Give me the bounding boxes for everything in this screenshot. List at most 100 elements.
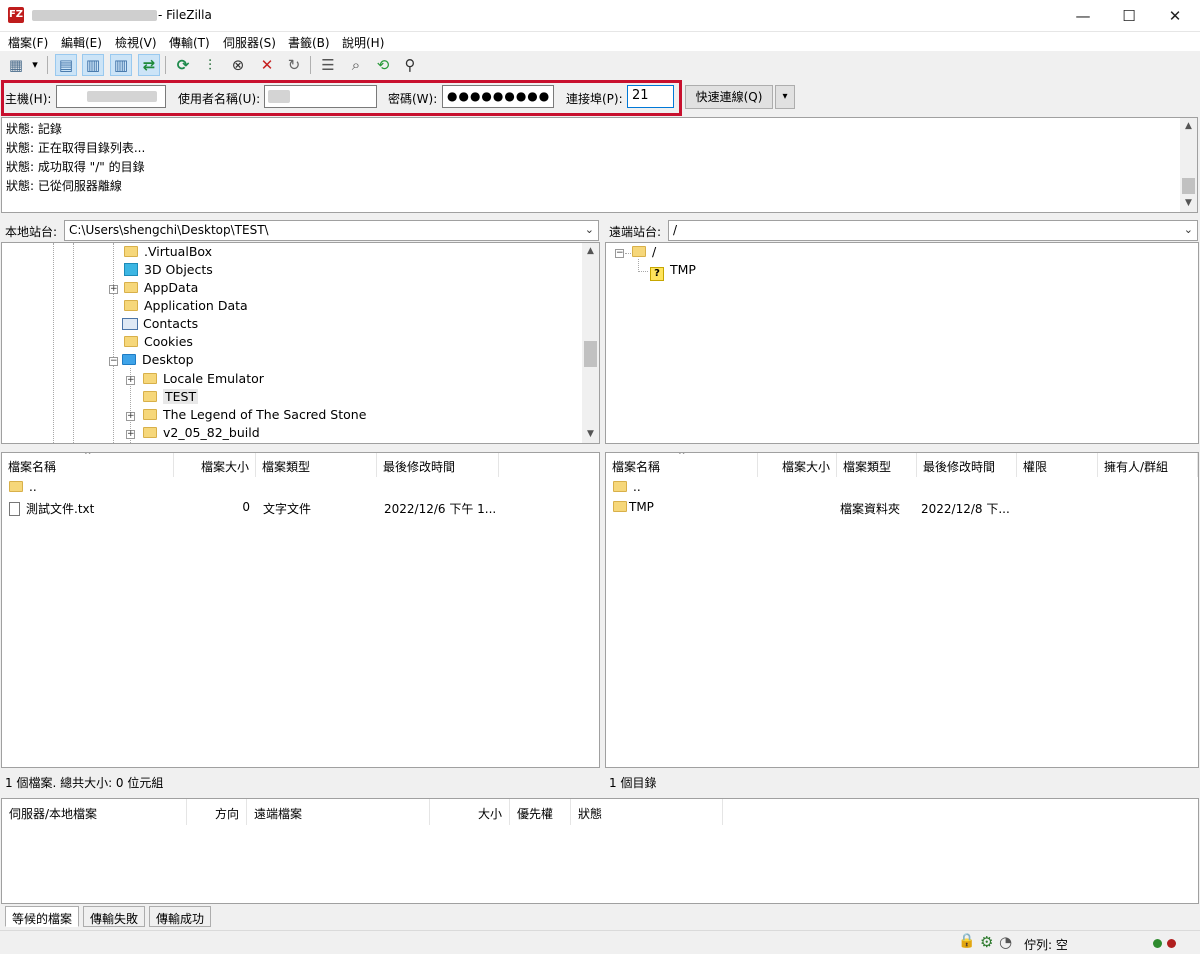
scroll-down-icon[interactable]: ▼ — [582, 426, 599, 443]
log-line: 狀態: 成功取得 "/" 的目錄 — [6, 160, 145, 174]
menu-file[interactable]: 檔案(F) — [8, 34, 48, 51]
process-queue-icon[interactable]: ⫶ — [199, 54, 221, 76]
menu-help[interactable]: 說明(H) — [342, 34, 384, 51]
col-filename-label: 檔案名稱 — [612, 460, 661, 474]
list-item[interactable]: TMP — [613, 500, 654, 514]
transfer-queue[interactable]: 伺服器/本地檔案 方向 遠端檔案 大小 優先權 狀態 — [1, 798, 1199, 904]
tab-successful-transfers[interactable]: 傳輸成功 — [149, 906, 212, 927]
folder-icon — [143, 427, 157, 438]
disconnect-icon[interactable]: ✕ — [256, 54, 278, 76]
local-file-list[interactable]: 檔案名稱 ^ 檔案大小 檔案類型 最後修改時間 .. 測試文件.txt 0 文字文… — [1, 452, 600, 768]
dropdown-arrow-icon[interactable]: ▾ — [28, 54, 42, 76]
col-filetype[interactable]: 檔案類型 — [256, 453, 377, 477]
scroll-down-icon[interactable]: ▼ — [1180, 195, 1197, 212]
col-filetype[interactable]: 檔案類型 — [837, 453, 917, 477]
scroll-thumb[interactable] — [1182, 178, 1195, 194]
menu-bookmarks[interactable]: 書籤(B) — [288, 34, 330, 51]
sync-browsing-icon[interactable]: ⟲ — [372, 54, 394, 76]
folder-icon — [143, 373, 157, 384]
col-priority[interactable]: 優先權 — [510, 799, 571, 825]
quickconnect-dropdown-icon[interactable]: ▾ — [775, 85, 795, 109]
quickconnect-button[interactable]: 快速連線(Q) — [685, 85, 773, 109]
local-path-value: C:\Users\shengchi\Desktop\TEST\ — [69, 223, 269, 237]
expand-plus-icon[interactable]: + — [126, 430, 135, 439]
chevron-down-icon[interactable]: ⌄ — [585, 223, 594, 236]
col-modified[interactable]: 最後修改時間 — [917, 453, 1017, 477]
expand-plus-icon[interactable]: + — [126, 376, 135, 385]
toolbar: ▦ ▾ ▤ ▥ ▥ ⇄ ⟳ ⫶ ⊗ ✕ ↻ ☰ ⌕ ⟲ ⚲ — [0, 51, 1200, 79]
tree-node-root[interactable]: / — [632, 244, 656, 262]
expand-plus-icon[interactable]: + — [126, 412, 135, 421]
col-size[interactable]: 大小 — [430, 799, 510, 825]
chevron-down-icon[interactable]: ⌄ — [1184, 223, 1193, 236]
tree-node[interactable]: Contacts — [122, 316, 198, 334]
remote-path-input[interactable]: / ⌄ — [668, 220, 1198, 241]
tree-node[interactable]: v2_05_82_build — [143, 425, 260, 443]
compare-directories-icon[interactable]: ⌕ — [345, 54, 367, 76]
remote-status-text: 1 個目錄 — [605, 770, 1199, 792]
log-scrollbar[interactable]: ▲ ▼ — [1180, 118, 1197, 212]
scroll-thumb[interactable] — [584, 341, 597, 367]
close-button[interactable]: ✕ — [1152, 0, 1198, 32]
tab-queued-files[interactable]: 等候的檔案 — [5, 906, 80, 927]
menu-transfer[interactable]: 傳輸(T) — [169, 34, 210, 51]
toggle-log-icon[interactable]: ▤ — [55, 54, 77, 76]
cancel-icon[interactable]: ⊗ — [227, 54, 249, 76]
tree-node[interactable]: The Legend of The Sacred Stone — [143, 407, 366, 425]
tab-failed-transfers[interactable]: 傳輸失敗 — [83, 906, 146, 927]
col-filesize[interactable]: 檔案大小 — [758, 453, 837, 477]
col-server-local-file[interactable]: 伺服器/本地檔案 — [2, 799, 187, 825]
tree-node[interactable]: .VirtualBox — [124, 244, 212, 262]
col-filesize[interactable]: 檔案大小 — [174, 453, 256, 477]
remote-path-value: / — [673, 223, 678, 237]
list-item[interactable]: .. — [9, 480, 37, 494]
local-tree-scrollbar[interactable]: ▲ ▼ — [582, 243, 599, 443]
collapse-minus-icon[interactable]: − — [109, 357, 118, 366]
local-directory-tree[interactable]: .VirtualBox 3D Objects + AppData Applica… — [1, 242, 600, 444]
menu-edit[interactable]: 編輯(E) — [61, 34, 102, 51]
scroll-up-icon[interactable]: ▲ — [582, 243, 599, 260]
toggle-queue-icon[interactable]: ⇄ — [138, 54, 160, 76]
tree-node[interactable]: Cookies — [124, 334, 193, 352]
collapse-minus-icon[interactable]: − — [615, 249, 624, 258]
tree-node[interactable]: Desktop — [122, 352, 194, 370]
refresh-icon[interactable]: ⟳ — [172, 54, 194, 76]
directory-filter-icon[interactable]: ☰ — [317, 54, 339, 76]
toolbar-separator — [47, 56, 48, 74]
tree-node[interactable]: Application Data — [124, 298, 248, 316]
expand-plus-icon[interactable]: + — [109, 285, 118, 294]
col-owner-group[interactable]: 擁有人/群組 — [1098, 453, 1198, 477]
minimize-button[interactable]: — — [1060, 0, 1106, 32]
list-item[interactable]: 測試文件.txt — [9, 500, 94, 517]
reconnect-icon[interactable]: ↻ — [283, 54, 305, 76]
local-path-input[interactable]: C:\Users\shengchi\Desktop\TEST\ ⌄ — [64, 220, 599, 241]
toggle-local-tree-icon[interactable]: ▥ — [82, 54, 104, 76]
site-manager-icon[interactable]: ▦ — [5, 54, 27, 76]
col-filename[interactable]: 檔案名稱 ^ — [2, 453, 174, 477]
col-remote-file[interactable]: 遠端檔案 — [247, 799, 430, 825]
col-filename[interactable]: 檔案名稱 ^ — [606, 453, 758, 477]
tree-guide — [625, 253, 631, 254]
tree-node-label: AppData — [144, 280, 199, 295]
col-permissions[interactable]: 權限 — [1017, 453, 1098, 477]
tree-node-selected[interactable]: TEST — [143, 389, 199, 407]
scroll-up-icon[interactable]: ▲ — [1180, 118, 1197, 135]
menu-view[interactable]: 檢視(V) — [115, 34, 157, 51]
search-files-icon[interactable]: ⚲ — [399, 54, 421, 76]
col-status[interactable]: 狀態 — [571, 799, 723, 825]
file-modified: 2022/12/6 下午 1... — [384, 502, 497, 516]
tree-node[interactable]: 3D Objects — [124, 262, 213, 280]
tree-node[interactable]: Locale Emulator — [143, 371, 264, 389]
remote-directory-tree[interactable]: − / ? TMP — [605, 242, 1199, 444]
toggle-remote-tree-icon[interactable]: ▥ — [110, 54, 132, 76]
toolbar-separator — [310, 56, 311, 74]
menu-server[interactable]: 伺服器(S) — [223, 34, 276, 51]
list-item[interactable]: .. — [613, 480, 641, 494]
col-modified[interactable]: 最後修改時間 — [377, 453, 499, 477]
message-log[interactable]: 狀態: 記錄 狀態: 正在取得目錄列表... 狀態: 成功取得 "/" 的目錄 … — [1, 117, 1198, 213]
maximize-button[interactable]: ☐ — [1106, 0, 1152, 32]
tree-node[interactable]: ? TMP — [650, 262, 696, 281]
tree-node[interactable]: AppData — [124, 280, 198, 298]
col-direction[interactable]: 方向 — [187, 799, 247, 825]
remote-file-list[interactable]: 檔案名稱 ^ 檔案大小 檔案類型 最後修改時間 權限 擁有人/群組 .. TMP … — [605, 452, 1199, 768]
